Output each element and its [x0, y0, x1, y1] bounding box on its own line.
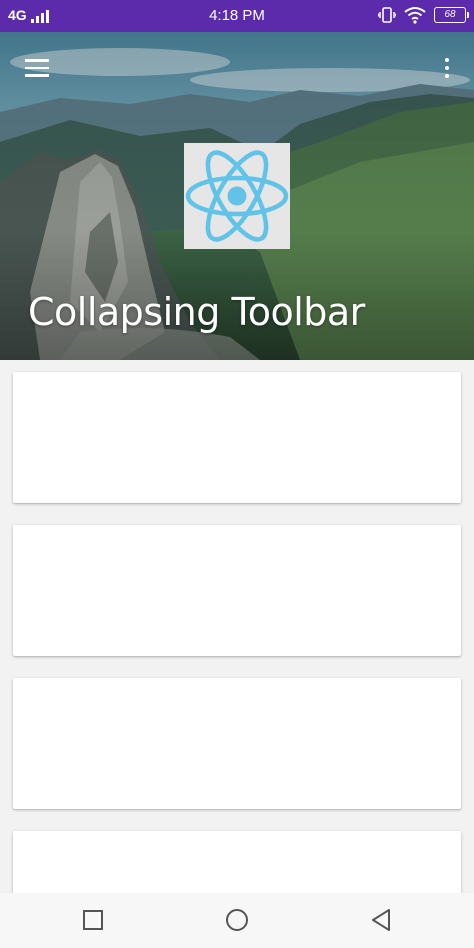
- react-logo-icon: [185, 150, 289, 242]
- app-logo: [184, 143, 290, 249]
- status-right: 68: [378, 6, 469, 24]
- more-vertical-icon: [445, 58, 449, 62]
- battery-indicator: 68: [434, 7, 469, 23]
- toolbar-title: Collapsing Toolbar: [28, 290, 365, 334]
- content-card[interactable]: [13, 372, 461, 503]
- navigation-bar: [0, 893, 474, 948]
- app-screen: 4G 4:18 PM 68 Collapsing Toolbar: [0, 0, 474, 948]
- home-circle-icon: [226, 909, 248, 931]
- overflow-menu-button[interactable]: [438, 54, 456, 82]
- back-triangle-icon: [372, 909, 390, 931]
- menu-button[interactable]: [20, 54, 54, 82]
- hamburger-menu-icon: [25, 59, 49, 62]
- collapsing-header: Collapsing Toolbar: [0, 32, 474, 360]
- status-bar: 4G 4:18 PM 68: [0, 0, 474, 32]
- hamburger-menu-line: [25, 66, 49, 70]
- more-vertical-dot: [445, 66, 449, 70]
- hamburger-menu-line: [25, 74, 49, 77]
- back-button[interactable]: [366, 905, 396, 935]
- home-button[interactable]: [222, 905, 252, 935]
- more-vertical-dot: [445, 74, 449, 78]
- content-card[interactable]: [13, 678, 461, 809]
- wifi-icon: [404, 7, 426, 24]
- recents-square-icon: [83, 910, 103, 930]
- recents-button[interactable]: [78, 905, 108, 935]
- vibrate-icon: [378, 7, 396, 23]
- content-card[interactable]: [13, 525, 461, 656]
